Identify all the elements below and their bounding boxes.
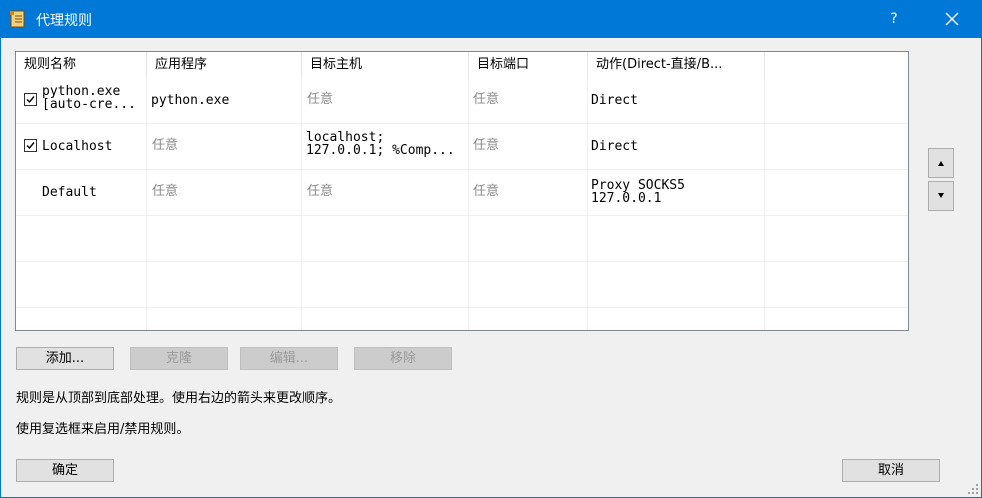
target-port-cell: 任意	[473, 92, 500, 107]
arrow-up-icon	[938, 161, 944, 166]
checkmark-icon	[26, 96, 35, 104]
target-host-cell: 任意	[307, 184, 334, 199]
application-cell: python.exe	[151, 93, 230, 108]
column-divider	[764, 78, 765, 330]
rule-order-note: 规则是从顶部到底部处理。使用右边的箭头来更改顺序。	[16, 391, 342, 406]
column-divider	[468, 78, 469, 330]
checkbox-note: 使用复选框来启用/禁用规则。	[16, 422, 190, 437]
close-icon	[945, 12, 959, 26]
target-port-cell: 任意	[473, 138, 500, 153]
column-header-application[interactable]: 应用程序	[147, 52, 302, 78]
column-divider	[146, 78, 147, 330]
column-header-action[interactable]: 动作(Direct-直接/B...	[588, 52, 765, 78]
title-bar: 代理规则 ?	[0, 0, 982, 38]
application-cell: 任意	[152, 184, 179, 199]
help-button[interactable]: ?	[876, 0, 912, 38]
row-divider	[16, 169, 908, 170]
row-divider	[16, 215, 908, 216]
target-port-cell: 任意	[473, 184, 500, 199]
checkmark-icon	[26, 142, 35, 150]
close-button[interactable]	[934, 0, 970, 38]
column-divider	[301, 78, 302, 330]
arrow-down-icon	[938, 193, 944, 198]
target-host-cell: localhost; 127.0.0.1; %Comp...	[306, 130, 455, 158]
rule-name-cell[interactable]: python.exe [auto-cre...	[42, 85, 136, 111]
move-down-button[interactable]	[928, 181, 954, 211]
row-divider	[16, 123, 908, 124]
column-header-rule-name[interactable]: 规则名称	[16, 52, 147, 78]
add-button[interactable]: 添加...	[16, 347, 114, 370]
rules-list[interactable]: 规则名称 应用程序 目标主机 目标端口 动作(Direct-直接/B... py…	[15, 51, 909, 331]
column-divider	[587, 78, 588, 330]
ok-button[interactable]: 确定	[16, 459, 114, 482]
rules-scroll-icon	[10, 10, 25, 28]
clone-button[interactable]: 克隆	[130, 347, 228, 370]
window-title: 代理规则	[36, 13, 92, 29]
row-divider	[16, 261, 908, 262]
cancel-button[interactable]: 取消	[842, 459, 940, 482]
rule-name-cell[interactable]: Default	[42, 186, 97, 199]
action-cell: Direct	[591, 93, 638, 108]
edit-button[interactable]: 编辑...	[240, 347, 338, 370]
move-up-button[interactable]	[928, 148, 954, 178]
column-header-empty	[765, 52, 908, 78]
resize-grip-icon[interactable]	[967, 483, 979, 495]
rule-enable-checkbox[interactable]	[24, 139, 37, 152]
application-cell: 任意	[152, 138, 179, 153]
column-header-target-port[interactable]: 目标端口	[469, 52, 588, 78]
remove-button[interactable]: 移除	[354, 347, 452, 370]
action-cell: Proxy SOCKS5 127.0.0.1	[591, 178, 685, 206]
action-cell: Direct	[591, 139, 638, 154]
row-divider	[16, 307, 908, 308]
target-host-cell: 任意	[307, 92, 334, 107]
rule-enable-checkbox[interactable]	[24, 93, 37, 106]
rule-name-cell[interactable]: Localhost	[42, 140, 112, 153]
column-header-target-host[interactable]: 目标主机	[302, 52, 469, 78]
